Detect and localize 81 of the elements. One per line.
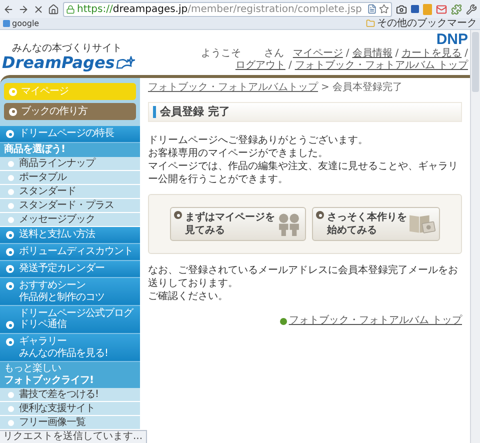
- page-icon[interactable]: [367, 4, 377, 14]
- sidebar-item[interactable]: スタンダード: [0, 185, 140, 199]
- sidebar-item[interactable]: おすすめシーン 作品例と制作のコツ: [0, 278, 140, 306]
- sidebar-item[interactable]: ブックの作り方: [4, 103, 136, 120]
- logo-text: DreamPages: [2, 54, 115, 72]
- sidebar-item[interactable]: スタンダード・プラス: [0, 199, 140, 213]
- address-bar[interactable]: https://dreampages.jp/member/registration/complete.jsp: [63, 2, 392, 16]
- scrollbar[interactable]: [470, 30, 480, 443]
- welcome-text: ようこそ: [200, 48, 241, 60]
- tagline: みんなの本づくりサイト: [11, 43, 123, 54]
- book-icon: [408, 213, 436, 235]
- separator: /: [464, 48, 468, 60]
- sidebar-item[interactable]: ドリームページ公式ブログ ドリペ通信: [0, 306, 140, 334]
- separator: /: [288, 60, 292, 72]
- message-text: お客様専用のマイページができました。: [148, 147, 329, 160]
- people-icon: [276, 212, 302, 236]
- back-icon[interactable]: [3, 4, 14, 14]
- breadcrumb-separator: >: [321, 82, 330, 94]
- bookmark-link[interactable]: google: [3, 18, 40, 30]
- nav-link[interactable]: カートを見る: [402, 48, 462, 60]
- home-icon[interactable]: [48, 4, 59, 14]
- bullet-icon: [9, 108, 17, 116]
- other-bookmarks[interactable]: その他のブックマーク: [366, 18, 477, 30]
- camera-icon[interactable]: [396, 4, 407, 14]
- sidebar-item[interactable]: 商品ラインナップ: [0, 157, 140, 171]
- bullet-icon: [6, 248, 14, 256]
- note-text: ご確認ください。: [148, 290, 229, 303]
- star-icon[interactable]: [379, 4, 389, 14]
- status-bar: リクエストを送信しています...: [0, 430, 147, 443]
- bullet-icon: [6, 265, 14, 273]
- wrench-icon[interactable]: [466, 4, 477, 14]
- bullet-icon: [8, 392, 14, 398]
- bullet-icon: [8, 202, 14, 208]
- top-link[interactable]: フォトブック・フォトアルバム トップ: [280, 315, 462, 327]
- page-heading: 会員登録 完了: [148, 102, 462, 122]
- action-button[interactable]: さっそく本作りを 始めてみる: [312, 207, 440, 241]
- sidebar-item[interactable]: 書技で差をつける!: [0, 388, 140, 402]
- message-text: ドリームページへご登録ありがとうございます。: [148, 134, 369, 147]
- nav-link[interactable]: フォトブック・フォトアルバム トップ: [294, 60, 468, 72]
- folder-icon: [366, 19, 375, 28]
- separator: /: [346, 48, 350, 60]
- bullet-icon: [6, 321, 14, 329]
- puzzle-icon[interactable]: [451, 4, 462, 14]
- section-heading: 商品を選ぼう!: [0, 143, 140, 157]
- bullet-icon: [8, 160, 14, 166]
- sidebar-item[interactable]: ポータブル: [0, 171, 140, 185]
- stop-icon[interactable]: [33, 4, 44, 14]
- bullet-icon: [8, 174, 14, 180]
- nav-link[interactable]: 会員情報: [352, 48, 392, 60]
- bullet-icon: [8, 420, 14, 426]
- note-text: なお、ご登録されているメールアドレスに会員本登録完了メールをお送りしております。: [148, 264, 459, 290]
- swoosh-icon: [114, 56, 135, 70]
- breadcrumb-current: 会員本登録完了: [332, 82, 402, 94]
- bullet-icon: [8, 406, 14, 412]
- action-button[interactable]: まずはマイページを 見てみる: [170, 207, 306, 241]
- welcome-suffix: さん: [264, 48, 284, 60]
- bullet-icon: [6, 231, 14, 239]
- bullet-icon: [6, 338, 14, 346]
- forward-icon[interactable]: [18, 4, 29, 14]
- sidebar-item[interactable]: メッセージブック: [0, 213, 140, 227]
- mail-icon[interactable]: [436, 4, 447, 14]
- sidebar-item[interactable]: 便利な支援サイト: [0, 402, 140, 416]
- bullet-icon: [9, 88, 17, 96]
- separator: /: [395, 48, 399, 60]
- bullet-icon: [316, 211, 324, 219]
- lock-icon: [66, 4, 75, 14]
- bookmark-icon: [3, 20, 10, 27]
- brand-logo: DNP: [436, 32, 468, 48]
- bullet-icon: [6, 130, 14, 138]
- nav-link[interactable]: ログアウト: [235, 60, 286, 72]
- bullet-icon: [8, 216, 14, 222]
- message-text: マイページでは、作品の編集や注文、友達に見せることや、ギャラリー公開を行うことができます。: [148, 160, 459, 186]
- bullet-icon: [280, 318, 287, 324]
- sidebar-item[interactable]: フリー画像一覧: [0, 416, 140, 430]
- bullet-icon: [8, 188, 14, 194]
- breadcrumb-link[interactable]: フォトブック・フォトアルバムトップ: [148, 82, 318, 94]
- bullet-icon: [174, 211, 182, 219]
- section-heading: もっと楽しい フォトブックライフ!: [0, 362, 140, 388]
- bullet-icon: [6, 282, 14, 290]
- nav-link[interactable]: マイページ: [292, 48, 343, 60]
- sidebar-item[interactable]: ギャラリー みんなの作品を見る!: [0, 334, 140, 362]
